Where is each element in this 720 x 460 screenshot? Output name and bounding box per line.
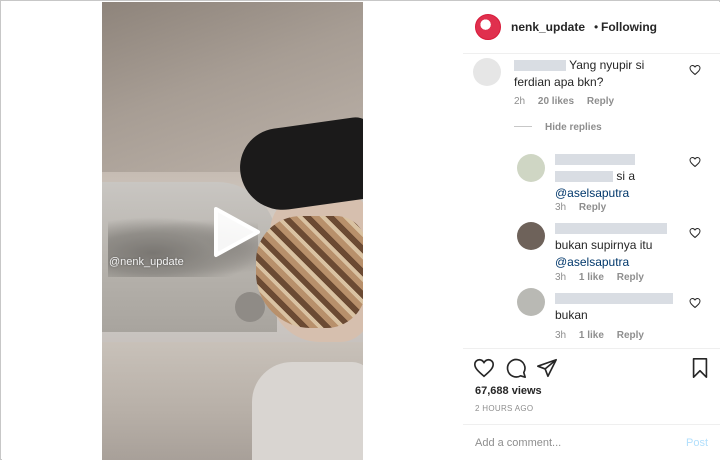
blurred-mention bbox=[555, 171, 613, 183]
header-username[interactable]: nenk_update bbox=[511, 20, 585, 34]
reply-button[interactable]: Reply bbox=[587, 96, 614, 107]
reply-likes[interactable]: 1 like bbox=[579, 330, 604, 341]
reply-button[interactable]: Reply bbox=[579, 202, 606, 213]
person-mask bbox=[256, 216, 363, 328]
video-watermark: @nenk_update bbox=[109, 256, 184, 268]
video-player[interactable]: @nenk_update bbox=[102, 2, 363, 460]
blurred-username bbox=[555, 154, 635, 166]
reply-meta: 3h 1 like Reply bbox=[555, 272, 644, 283]
hide-replies-line bbox=[514, 126, 532, 127]
comment-likes[interactable]: 20 likes bbox=[538, 96, 574, 107]
following-button[interactable]: Following bbox=[601, 20, 657, 34]
reply-like-heart-icon[interactable] bbox=[689, 297, 701, 309]
person-shirt bbox=[252, 362, 363, 460]
instagram-post-window: @nenk_update nenk_update • Following Yan… bbox=[0, 0, 720, 460]
add-comment-bar: Post bbox=[463, 424, 720, 460]
post-side-panel: nenk_update • Following Yang nyupir si f… bbox=[463, 2, 720, 460]
reply-avatar[interactable] bbox=[517, 154, 545, 182]
reply-like-heart-icon[interactable] bbox=[689, 227, 701, 239]
reply-like-heart-icon[interactable] bbox=[689, 156, 701, 168]
comments-list: Yang nyupir si ferdian apa bkn? 2h 20 li… bbox=[463, 54, 720, 348]
post-comment-button[interactable]: Post bbox=[686, 437, 708, 449]
reply-text: bukan bbox=[555, 290, 685, 324]
comment-meta: 2h 20 likes Reply bbox=[514, 96, 614, 107]
header-separator: • bbox=[594, 20, 599, 34]
reply-likes[interactable]: 1 like bbox=[579, 272, 604, 283]
play-icon[interactable] bbox=[210, 205, 262, 259]
reply-button[interactable]: Reply bbox=[617, 330, 644, 341]
like-heart-icon[interactable] bbox=[473, 357, 495, 379]
reply-time: 3h bbox=[555, 272, 567, 283]
bookmark-icon[interactable] bbox=[689, 357, 711, 379]
blurred-username bbox=[555, 223, 667, 235]
views-count[interactable]: 67,688 views bbox=[475, 385, 542, 397]
post-actions: 67,688 views 2 HOURS AGO bbox=[463, 348, 720, 424]
hide-replies-button[interactable]: Hide replies bbox=[545, 122, 602, 133]
reply-meta: 3h 1 like Reply bbox=[555, 330, 644, 341]
avatar[interactable] bbox=[475, 14, 501, 40]
reply-text: bukan supirnya itu @aselsaputra bbox=[555, 220, 685, 271]
reply-body: bukan bbox=[555, 308, 588, 322]
comment-time: 2h bbox=[514, 96, 526, 107]
reply-avatar[interactable] bbox=[517, 288, 545, 316]
reply-body: si a bbox=[616, 169, 636, 183]
blurred-username bbox=[555, 293, 673, 305]
comment-like-heart-icon[interactable] bbox=[689, 64, 701, 76]
reply-avatar[interactable] bbox=[517, 222, 545, 250]
reply-button[interactable]: Reply bbox=[617, 272, 644, 283]
reply-mention-link[interactable]: @aselsaputra bbox=[555, 186, 629, 200]
post-header: nenk_update • Following bbox=[463, 2, 720, 54]
post-media: @nenk_update bbox=[2, 2, 463, 460]
reply-text: si a @aselsaputra bbox=[555, 151, 685, 202]
reply-mention-link[interactable]: @aselsaputra bbox=[555, 255, 629, 269]
blurred-username bbox=[514, 60, 566, 72]
reply-time: 3h bbox=[555, 330, 567, 341]
comment-input[interactable] bbox=[475, 434, 665, 452]
comment-text: Yang nyupir si ferdian apa bkn? bbox=[514, 57, 684, 91]
reply-body: bukan supirnya itu bbox=[555, 238, 653, 252]
comment-avatar[interactable] bbox=[473, 58, 501, 86]
reply-time: 3h bbox=[555, 202, 567, 213]
post-time-ago[interactable]: 2 HOURS AGO bbox=[475, 404, 533, 413]
share-send-icon[interactable] bbox=[536, 357, 558, 379]
reply-meta: 3h Reply bbox=[555, 202, 606, 213]
comment-bubble-icon[interactable] bbox=[505, 357, 527, 379]
